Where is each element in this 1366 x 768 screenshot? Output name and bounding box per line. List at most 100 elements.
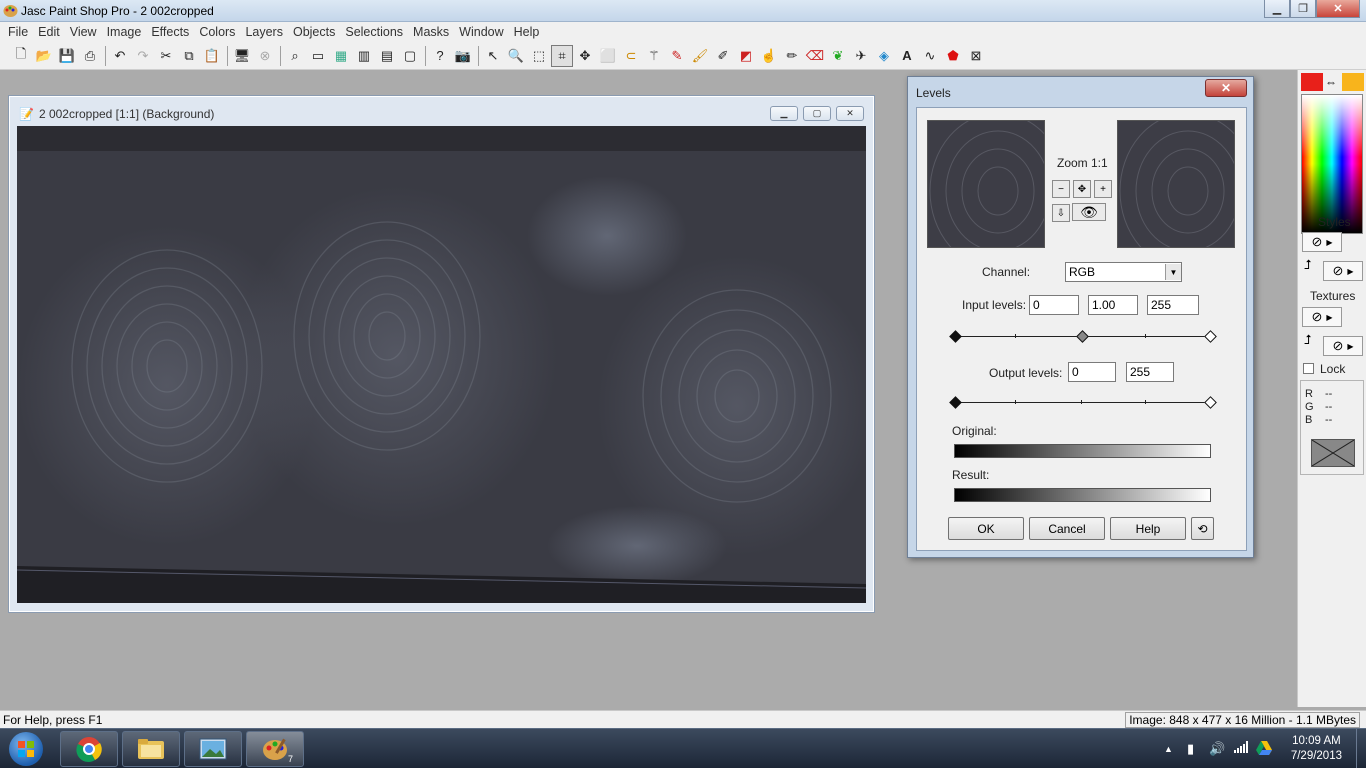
color-picker[interactable] — [1301, 94, 1363, 234]
input-gamma-field[interactable]: 1.00 — [1088, 295, 1138, 315]
reset-icon[interactable]: ⟲ — [1191, 517, 1214, 540]
output-low-handle[interactable] — [949, 396, 962, 409]
menu-colors[interactable]: Colors — [194, 25, 240, 39]
foreground-texture-box[interactable]: ⊘ ▶ — [1302, 307, 1342, 327]
input-high-field[interactable]: 255 — [1147, 295, 1199, 315]
selection-tool-icon[interactable]: ⬜ — [597, 45, 619, 67]
output-low-field[interactable]: 0 — [1068, 362, 1116, 382]
google-drive-icon[interactable] — [1256, 741, 1272, 758]
input-high-handle[interactable] — [1204, 330, 1217, 343]
full-screen-preview-icon[interactable]: 🖥 — [231, 45, 253, 67]
zoom-out-icon[interactable]: − — [1052, 180, 1070, 198]
camera-icon[interactable]: 📷 — [452, 45, 474, 67]
pan-icon[interactable]: ✥ — [1073, 180, 1091, 198]
output-high-field[interactable]: 255 — [1126, 362, 1174, 382]
overview-window-icon[interactable]: ▢ — [399, 45, 421, 67]
swap-styles-icon[interactable]: ⮥ — [1304, 257, 1312, 273]
foreground-style-box[interactable]: ⊘ ▶ — [1302, 232, 1342, 252]
object-selector-icon[interactable]: ⊠ — [965, 45, 987, 67]
image-minimize-button[interactable]: ▁ — [770, 106, 798, 121]
input-low-handle[interactable] — [949, 330, 962, 343]
after-preview[interactable] — [1117, 120, 1235, 248]
output-high-handle[interactable] — [1204, 396, 1217, 409]
print-icon[interactable]: ⎙ — [79, 45, 101, 67]
normal-viewing-icon[interactable]: ⊗ — [254, 45, 276, 67]
taskbar-explorer[interactable] — [122, 731, 180, 767]
volume-icon[interactable]: 🔊 — [1209, 741, 1225, 757]
start-button[interactable] — [4, 730, 48, 768]
zoom-in-icon[interactable]: + — [1094, 180, 1112, 198]
foreground-swatch[interactable] — [1301, 73, 1323, 91]
image-maximize-button[interactable]: ▢ — [803, 106, 831, 121]
background-swatch[interactable] — [1342, 73, 1364, 91]
color-palette-icon[interactable]: ▦ — [330, 45, 352, 67]
clone-brush-icon[interactable]: ✐ — [712, 45, 734, 67]
new-file-icon[interactable]: 🗋 — [10, 45, 32, 67]
close-button[interactable]: ✕ — [1316, 0, 1360, 18]
show-hidden-icons[interactable]: ▲ — [1164, 744, 1173, 754]
deform-tool-icon[interactable]: ⬚ — [528, 45, 550, 67]
cancel-button[interactable]: Cancel — [1029, 517, 1105, 540]
menu-effects[interactable]: Effects — [146, 25, 194, 39]
menu-image[interactable]: Image — [102, 25, 147, 39]
battery-icon[interactable]: ▮ — [1187, 741, 1194, 757]
ok-button[interactable]: OK — [948, 517, 1024, 540]
open-folder-icon[interactable]: 📂 — [33, 45, 55, 67]
color-replacer-icon[interactable]: ◩ — [735, 45, 757, 67]
arrow-tool-icon[interactable]: ↖ — [482, 45, 504, 67]
retouch-icon[interactable]: ☝ — [758, 45, 780, 67]
menu-view[interactable]: View — [65, 25, 102, 39]
lock-checkbox[interactable] — [1303, 363, 1314, 374]
auto-proof-eye-icon[interactable]: 👁 — [1072, 203, 1106, 221]
menu-masks[interactable]: Masks — [408, 25, 454, 39]
crop-tool-icon[interactable]: ⌗ — [551, 44, 573, 67]
text-tool-icon[interactable]: A — [896, 45, 918, 67]
menu-layers[interactable]: Layers — [240, 25, 288, 39]
freehand-tool-icon[interactable]: ⊂ — [620, 45, 642, 67]
clock[interactable]: 10:09 AM 7/29/2013 — [1291, 734, 1342, 764]
menu-help[interactable]: Help — [509, 25, 545, 39]
menu-objects[interactable]: Objects — [288, 25, 340, 39]
mover-tool-icon[interactable]: ✥ — [574, 45, 596, 67]
image-close-button[interactable]: ✕ — [836, 106, 864, 121]
restore-button[interactable]: ❐ — [1290, 0, 1316, 18]
undo-icon[interactable]: ↶ — [109, 45, 131, 67]
background-texture-box[interactable]: ⊘ ▶ — [1323, 336, 1363, 356]
copy-icon[interactable]: ⧉ — [178, 45, 200, 67]
browse-icon[interactable]: ⌕ — [284, 45, 306, 67]
preset-shapes-icon[interactable]: ⬟ — [942, 45, 964, 67]
layer-palette-icon[interactable]: ▤ — [376, 45, 398, 67]
airbrush-icon[interactable]: ✈ — [850, 45, 872, 67]
input-gamma-handle[interactable] — [1076, 330, 1089, 343]
paste-icon[interactable]: 📋 — [201, 45, 223, 67]
taskbar-photo-viewer[interactable] — [184, 731, 242, 767]
menu-window[interactable]: Window — [454, 25, 508, 39]
help-button[interactable]: Help — [1110, 517, 1186, 540]
zoom-tool-icon[interactable]: 🔍 — [505, 45, 527, 67]
eraser-icon[interactable]: ⌫ — [804, 45, 826, 67]
histogram-icon[interactable]: ▥ — [353, 45, 375, 67]
taskbar-paint-shop-pro[interactable]: 7 — [246, 731, 304, 767]
levels-close-button[interactable]: ✕ — [1205, 79, 1247, 97]
context-help-icon[interactable]: ? — [429, 45, 451, 67]
swap-colors-icon[interactable]: ⇔ — [1325, 75, 1337, 89]
image-canvas[interactable] — [17, 126, 866, 603]
background-style-box[interactable]: ⊘ ▶ — [1323, 261, 1363, 281]
output-slider-track[interactable] — [955, 402, 1211, 403]
paint-brush-icon[interactable]: 🖌 — [689, 45, 711, 67]
swap-textures-icon[interactable]: ⮥ — [1304, 332, 1312, 348]
dropper-tool-icon[interactable]: ✎ — [666, 45, 688, 67]
tool-palette-icon[interactable]: ▭ — [307, 45, 329, 67]
taskbar-chrome[interactable] — [60, 731, 118, 767]
input-low-field[interactable]: 0 — [1029, 295, 1079, 315]
redo-icon[interactable]: ↷ — [132, 45, 154, 67]
network-icon[interactable] — [1234, 741, 1248, 756]
show-desktop-button[interactable] — [1356, 729, 1366, 768]
proof-icon[interactable]: ⇩ — [1052, 204, 1070, 222]
scratch-remover-icon[interactable]: ✏ — [781, 45, 803, 67]
channel-select[interactable]: RGB ▼ — [1065, 262, 1182, 282]
magic-wand-icon[interactable]: ⚚ — [643, 45, 665, 67]
menu-file[interactable]: File — [3, 25, 33, 39]
draw-tool-icon[interactable]: ∿ — [919, 45, 941, 67]
flood-fill-icon[interactable]: ◈ — [873, 45, 895, 67]
